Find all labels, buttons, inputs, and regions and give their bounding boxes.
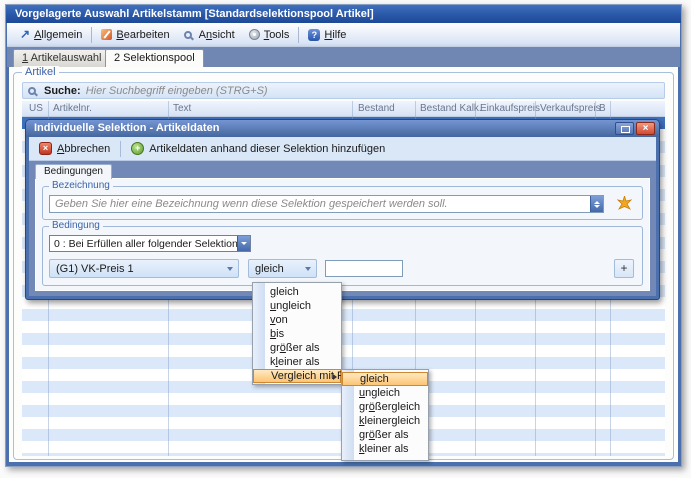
cancel-button[interactable]: × Abbrechen xyxy=(35,140,114,157)
dialog-titlebar[interactable]: Individuelle Selektion - Artikeldaten xyxy=(26,120,659,137)
tab-artikelauswahl[interactable]: 1 Artikelauswahl xyxy=(13,49,111,67)
search-input[interactable]: Suche: Hier Suchbegriff eingeben (STRG+S… xyxy=(22,82,665,99)
add-condition-button[interactable]: + xyxy=(614,259,634,278)
submenu-item[interactable]: größer als xyxy=(342,428,428,442)
submenu-item[interactable]: kleiner als xyxy=(342,442,428,456)
operator-combobox[interactable]: gleich xyxy=(248,259,317,278)
menu-item[interactable]: ungleich xyxy=(253,299,341,313)
edit-icon xyxy=(101,29,112,40)
column-header-b[interactable]: B xyxy=(599,103,606,114)
column-header-bestand-kalk[interactable]: Bestand Kalk. xyxy=(420,103,482,114)
menu-allgemein[interactable]: ↗ Allgemein xyxy=(13,27,89,43)
submenu-arrow-icon xyxy=(333,374,337,380)
window-titlebar[interactable]: Vorgelagerte Auswahl Artikelstamm [Stand… xyxy=(6,5,681,23)
mode-combobox[interactable]: 0 : Bei Erfüllen aller folgender Selekti… xyxy=(49,235,251,252)
mode-value: 0 : Bei Erfüllen aller folgender Selekti… xyxy=(50,238,237,250)
menu-bearbeiten[interactable]: Bearbeiten xyxy=(94,27,176,43)
operator-menu: gleich ungleich von bis größer als klein… xyxy=(252,282,342,385)
bedingung-label: Bedingung xyxy=(49,220,103,231)
submenu-item[interactable]: kleinergleich xyxy=(342,414,428,428)
column-header-einkaufspreis[interactable]: Einkaufspreis xyxy=(480,103,540,114)
dialog-toolbar: × Abbrechen + Artikeldaten anhand dieser… xyxy=(29,137,656,161)
tab-selektionspool[interactable]: 2 Selektionspool xyxy=(105,49,204,67)
column-header-verkaufspreis[interactable]: Verkaufspreis xyxy=(540,103,601,114)
menu-item-vergleich-mit-feld[interactable]: Vergleich mit Feld xyxy=(253,369,341,383)
arrow-down-icon xyxy=(241,242,247,245)
menu-item[interactable]: von xyxy=(253,313,341,327)
menu-item[interactable]: bis xyxy=(253,327,341,341)
table-header-row: US Artikelnr. Text Bestand Bestand Kalk.… xyxy=(22,101,665,117)
close-button[interactable]: × xyxy=(636,122,655,135)
toolbar-separator xyxy=(120,141,121,157)
artikel-group-label: Artikel xyxy=(22,66,59,78)
add-articles-button[interactable]: + Artikeldaten anhand dieser Selektion h… xyxy=(127,140,389,157)
page: Vorgelagerte Auswahl Artikelstamm [Stand… xyxy=(0,0,691,478)
selection-dialog: Individuelle Selektion - Artikeldaten × … xyxy=(25,119,660,300)
compare-submenu: gleich ungleich größergleich kleinerglei… xyxy=(341,369,429,461)
bedingungen-panel: Bezeichnung Geben Sie hier eine Bezeichn… xyxy=(35,178,650,291)
help-icon: ? xyxy=(308,29,320,41)
operator-value: gleich xyxy=(249,263,305,275)
search-placeholder: Hier Suchbegriff eingeben (STRG+S) xyxy=(86,85,268,97)
restore-button[interactable] xyxy=(615,122,634,135)
comparison-value-input[interactable] xyxy=(325,260,403,277)
column-header-bestand[interactable]: Bestand xyxy=(358,103,395,114)
column-header-text[interactable]: Text xyxy=(173,103,191,114)
column-header-us[interactable]: US xyxy=(29,103,43,114)
submenu-item[interactable]: ungleich xyxy=(342,386,428,400)
dropdown-button[interactable] xyxy=(237,236,250,251)
menubar-separator xyxy=(298,27,299,43)
dialog-window-buttons: × xyxy=(615,122,655,135)
bezeichnung-groupbox: Bezeichnung Geben Sie hier eine Bezeichn… xyxy=(42,186,643,220)
menu-hilfe[interactable]: ? Hilfe xyxy=(301,27,353,43)
bezeichnung-label: Bezeichnung xyxy=(49,180,113,191)
menu-tools[interactable]: Tools xyxy=(242,27,297,43)
tab-strip: 1 Artikelauswahl 2 Selektionspool xyxy=(7,47,680,67)
menu-item[interactable]: kleiner als xyxy=(253,355,341,369)
search-label: Suche: xyxy=(44,85,81,97)
menubar-separator xyxy=(91,27,92,43)
menu-bar: ↗ Allgemein Bearbeiten Ansicht Tools ? H… xyxy=(7,23,680,47)
menu-item[interactable]: größer als xyxy=(253,341,341,355)
star-icon[interactable] xyxy=(617,196,632,211)
field-value: (G1) VK-Preis 1 xyxy=(50,263,227,275)
chevron-down-icon xyxy=(305,267,311,271)
menu-item[interactable]: gleich xyxy=(253,285,341,299)
tab-bedingungen[interactable]: Bedingungen xyxy=(35,164,112,179)
dropdown-button[interactable] xyxy=(590,196,603,212)
field-combobox[interactable]: (G1) VK-Preis 1 xyxy=(49,259,239,278)
gear-icon xyxy=(249,29,260,40)
magnifier-icon xyxy=(184,31,192,39)
bedingung-groupbox: Bedingung 0 : Bei Erfüllen aller folgend… xyxy=(42,226,643,286)
arrow-up-right-icon: ↗ xyxy=(20,29,30,40)
menu-ansicht[interactable]: Ansicht xyxy=(177,27,242,43)
search-icon xyxy=(28,87,36,95)
add-icon: + xyxy=(131,142,144,155)
dialog-title: Individuelle Selektion - Artikeldaten xyxy=(34,122,219,134)
submenu-item[interactable]: größergleich xyxy=(342,400,428,414)
window-title: Vorgelagerte Auswahl Artikelstamm [Stand… xyxy=(15,8,374,20)
arrow-up-icon xyxy=(594,201,600,204)
submenu-item[interactable]: gleich xyxy=(342,372,428,386)
bezeichnung-placeholder: Geben Sie hier eine Bezeichnung wenn die… xyxy=(50,198,590,210)
arrow-down-icon xyxy=(594,205,600,208)
cancel-icon: × xyxy=(39,142,52,155)
column-header-artikelnr[interactable]: Artikelnr. xyxy=(53,103,92,114)
chevron-down-icon xyxy=(227,267,233,271)
bezeichnung-combobox[interactable]: Geben Sie hier eine Bezeichnung wenn die… xyxy=(49,195,604,213)
dialog-body: Bedingungen Bezeichnung Geben Sie hier e… xyxy=(29,161,656,296)
